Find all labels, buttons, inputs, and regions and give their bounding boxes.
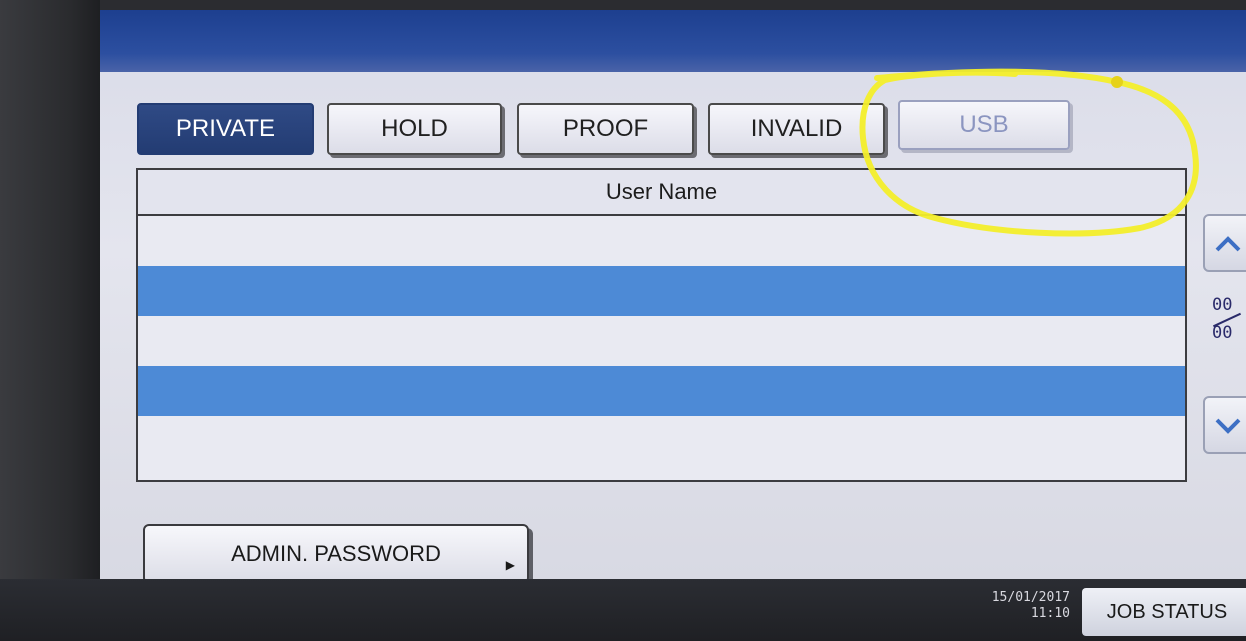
time-text: 11:10	[1030, 606, 1070, 621]
tab-invalid[interactable]: INVALID	[708, 103, 885, 155]
scroll-down-button[interactable]	[1203, 396, 1246, 454]
current-page: 00	[1212, 295, 1233, 315]
chevron-down-icon	[1215, 408, 1241, 442]
total-pages: 00	[1212, 323, 1233, 343]
date-time-display: 15/01/2017 11:10	[960, 590, 1070, 622]
scroll-up-button[interactable]	[1203, 214, 1246, 272]
column-header-user-name: User Name	[138, 170, 1185, 216]
screen-header-band	[100, 10, 1246, 72]
table-row[interactable]	[138, 366, 1185, 416]
job-status-button[interactable]: JOB STATUS	[1082, 588, 1246, 636]
table-row[interactable]	[138, 416, 1185, 480]
tab-hold[interactable]: HOLD	[327, 103, 502, 155]
table-row[interactable]	[138, 216, 1185, 266]
chevron-up-icon	[1215, 226, 1241, 260]
user-table: User Name	[136, 168, 1187, 482]
tab-private[interactable]: PRIVATE	[137, 103, 314, 155]
table-row[interactable]	[138, 316, 1185, 366]
device-bezel-left	[0, 0, 100, 641]
triangle-right-icon: ▶	[505, 558, 515, 572]
page-counter: 00 00	[1212, 295, 1246, 343]
date-text: 15/01/2017	[991, 590, 1070, 605]
tab-usb[interactable]: USB	[898, 100, 1070, 150]
table-row[interactable]	[138, 266, 1185, 316]
tab-proof[interactable]: PROOF	[517, 103, 694, 155]
admin-password-button[interactable]: ADMIN. PASSWORD ▶	[143, 524, 529, 584]
admin-password-label: ADMIN. PASSWORD	[231, 541, 441, 566]
